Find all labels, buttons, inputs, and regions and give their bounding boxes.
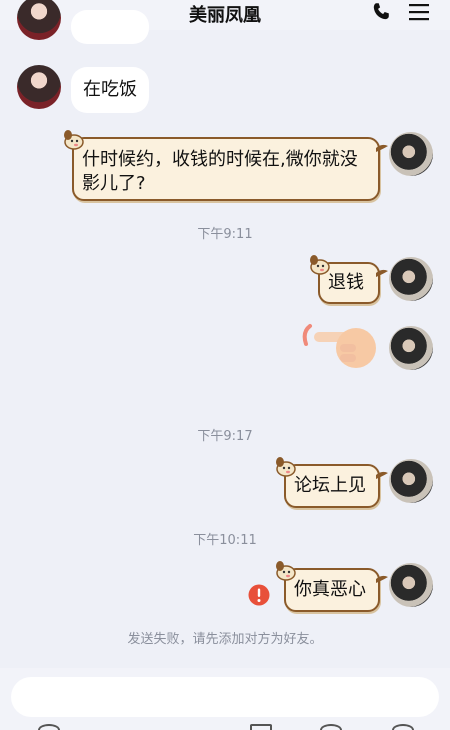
- contact-avatar[interactable]: [17, 0, 61, 40]
- message-input[interactable]: [11, 677, 439, 717]
- timestamp: 下午9:11: [197, 227, 253, 242]
- message-bubble-sent[interactable]: 什时候约，收钱的时候在,微你就没 影儿了?: [64, 130, 388, 201]
- message-text: 在吃饭: [83, 79, 137, 100]
- image-icon[interactable]: [250, 724, 272, 730]
- send-failed-hint: 发送失败，请先添加对方为好友。: [127, 632, 323, 647]
- timestamp: 下午9:17: [197, 429, 253, 444]
- puppy-decoration-icon: [310, 255, 330, 275]
- message-bubble-sent[interactable]: 退钱: [310, 255, 388, 304]
- message-bubble-received[interactable]: 在吃饭: [71, 67, 149, 113]
- phone-icon[interactable]: [370, 1, 392, 23]
- timestamp: 下午10:11: [193, 533, 257, 548]
- puppy-decoration-icon: [276, 457, 296, 477]
- message-text: 论坛上见: [294, 475, 366, 496]
- contact-avatar[interactable]: [17, 65, 61, 109]
- message-bubble-sent[interactable]: 论坛上见: [276, 457, 388, 508]
- my-avatar[interactable]: [389, 257, 433, 301]
- send-failed-icon[interactable]: [248, 584, 270, 606]
- emoji-icon[interactable]: [320, 724, 342, 730]
- message-text-line: 影儿了?: [82, 173, 146, 194]
- message-bubble-cutoff: [71, 10, 149, 44]
- puppy-decoration-icon: [64, 130, 84, 150]
- plus-icon[interactable]: [392, 724, 414, 730]
- tail-decoration-icon: [376, 575, 388, 583]
- message-text: 你真恶心: [294, 579, 366, 600]
- my-avatar[interactable]: [389, 326, 433, 370]
- my-avatar[interactable]: [389, 132, 433, 176]
- puppy-decoration-icon: [276, 561, 296, 581]
- message-bubble-sent-failed[interactable]: 你真恶心: [276, 561, 388, 612]
- my-avatar[interactable]: [389, 563, 433, 607]
- chat-header: 美丽凤凰: [0, 0, 450, 30]
- message-text: 退钱: [328, 272, 364, 293]
- my-avatar[interactable]: [389, 459, 433, 503]
- tail-decoration-icon: [376, 471, 388, 479]
- voice-icon[interactable]: [38, 724, 60, 730]
- pointing-hand-icon[interactable]: [300, 322, 382, 374]
- tail-decoration-icon: [376, 144, 388, 152]
- tail-decoration-icon: [376, 269, 388, 277]
- message-text-line: 什时候约，收钱的时候在,微你就没: [82, 149, 358, 170]
- menu-icon[interactable]: [408, 3, 430, 21]
